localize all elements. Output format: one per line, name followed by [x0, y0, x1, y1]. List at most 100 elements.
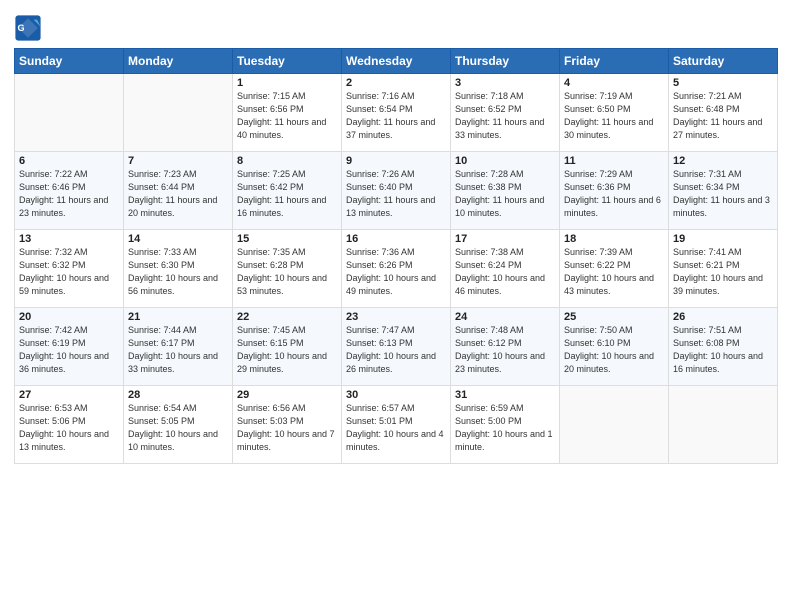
day-number: 12 — [673, 155, 773, 167]
day-detail: Sunrise: 7:28 AM Sunset: 6:38 PM Dayligh… — [455, 168, 555, 220]
calendar-day-cell — [15, 74, 124, 152]
calendar-day-cell: 4Sunrise: 7:19 AM Sunset: 6:50 PM Daylig… — [560, 74, 669, 152]
calendar-week-row: 13Sunrise: 7:32 AM Sunset: 6:32 PM Dayli… — [15, 230, 778, 308]
day-number: 19 — [673, 233, 773, 245]
day-detail: Sunrise: 7:42 AM Sunset: 6:19 PM Dayligh… — [19, 324, 119, 376]
day-number: 1 — [237, 77, 337, 89]
calendar-day-cell: 10Sunrise: 7:28 AM Sunset: 6:38 PM Dayli… — [451, 152, 560, 230]
calendar-week-row: 27Sunrise: 6:53 AM Sunset: 5:06 PM Dayli… — [15, 386, 778, 464]
calendar-day-cell: 5Sunrise: 7:21 AM Sunset: 6:48 PM Daylig… — [669, 74, 778, 152]
calendar-day-cell: 28Sunrise: 6:54 AM Sunset: 5:05 PM Dayli… — [124, 386, 233, 464]
page: G SundayMondayTuesdayWednesdayThursdayFr… — [0, 0, 792, 612]
day-detail: Sunrise: 7:26 AM Sunset: 6:40 PM Dayligh… — [346, 168, 446, 220]
svg-text:G: G — [18, 23, 25, 33]
day-number: 11 — [564, 155, 664, 167]
day-number: 9 — [346, 155, 446, 167]
day-number: 26 — [673, 311, 773, 323]
calendar-day-cell: 29Sunrise: 6:56 AM Sunset: 5:03 PM Dayli… — [233, 386, 342, 464]
calendar-day-cell: 11Sunrise: 7:29 AM Sunset: 6:36 PM Dayli… — [560, 152, 669, 230]
day-detail: Sunrise: 7:48 AM Sunset: 6:12 PM Dayligh… — [455, 324, 555, 376]
calendar-day-cell: 21Sunrise: 7:44 AM Sunset: 6:17 PM Dayli… — [124, 308, 233, 386]
day-detail: Sunrise: 7:16 AM Sunset: 6:54 PM Dayligh… — [346, 90, 446, 142]
calendar-day-cell — [560, 386, 669, 464]
day-number: 5 — [673, 77, 773, 89]
day-number: 3 — [455, 77, 555, 89]
day-detail: Sunrise: 6:53 AM Sunset: 5:06 PM Dayligh… — [19, 402, 119, 454]
logo-icon: G — [14, 14, 42, 42]
calendar-day-cell: 23Sunrise: 7:47 AM Sunset: 6:13 PM Dayli… — [342, 308, 451, 386]
day-detail: Sunrise: 7:51 AM Sunset: 6:08 PM Dayligh… — [673, 324, 773, 376]
day-number: 6 — [19, 155, 119, 167]
day-detail: Sunrise: 7:18 AM Sunset: 6:52 PM Dayligh… — [455, 90, 555, 142]
calendar-day-cell: 13Sunrise: 7:32 AM Sunset: 6:32 PM Dayli… — [15, 230, 124, 308]
calendar-day-cell: 15Sunrise: 7:35 AM Sunset: 6:28 PM Dayli… — [233, 230, 342, 308]
calendar-day-cell: 27Sunrise: 6:53 AM Sunset: 5:06 PM Dayli… — [15, 386, 124, 464]
day-detail: Sunrise: 7:25 AM Sunset: 6:42 PM Dayligh… — [237, 168, 337, 220]
calendar-day-cell — [669, 386, 778, 464]
day-number: 14 — [128, 233, 228, 245]
day-number: 10 — [455, 155, 555, 167]
calendar-day-cell: 26Sunrise: 7:51 AM Sunset: 6:08 PM Dayli… — [669, 308, 778, 386]
calendar-day-cell: 3Sunrise: 7:18 AM Sunset: 6:52 PM Daylig… — [451, 74, 560, 152]
day-detail: Sunrise: 7:36 AM Sunset: 6:26 PM Dayligh… — [346, 246, 446, 298]
calendar-header-row: SundayMondayTuesdayWednesdayThursdayFrid… — [15, 49, 778, 74]
day-detail: Sunrise: 7:44 AM Sunset: 6:17 PM Dayligh… — [128, 324, 228, 376]
weekday-header: Thursday — [451, 49, 560, 74]
calendar-day-cell: 2Sunrise: 7:16 AM Sunset: 6:54 PM Daylig… — [342, 74, 451, 152]
day-number: 2 — [346, 77, 446, 89]
weekday-header: Sunday — [15, 49, 124, 74]
calendar-week-row: 6Sunrise: 7:22 AM Sunset: 6:46 PM Daylig… — [15, 152, 778, 230]
day-number: 28 — [128, 389, 228, 401]
header: G — [14, 10, 778, 42]
day-detail: Sunrise: 6:57 AM Sunset: 5:01 PM Dayligh… — [346, 402, 446, 454]
calendar-day-cell — [124, 74, 233, 152]
day-detail: Sunrise: 7:29 AM Sunset: 6:36 PM Dayligh… — [564, 168, 664, 220]
calendar-day-cell: 9Sunrise: 7:26 AM Sunset: 6:40 PM Daylig… — [342, 152, 451, 230]
day-number: 22 — [237, 311, 337, 323]
day-number: 18 — [564, 233, 664, 245]
day-number: 7 — [128, 155, 228, 167]
day-detail: Sunrise: 6:56 AM Sunset: 5:03 PM Dayligh… — [237, 402, 337, 454]
weekday-header: Saturday — [669, 49, 778, 74]
weekday-header: Monday — [124, 49, 233, 74]
day-detail: Sunrise: 7:45 AM Sunset: 6:15 PM Dayligh… — [237, 324, 337, 376]
calendar-day-cell: 30Sunrise: 6:57 AM Sunset: 5:01 PM Dayli… — [342, 386, 451, 464]
day-detail: Sunrise: 6:54 AM Sunset: 5:05 PM Dayligh… — [128, 402, 228, 454]
day-detail: Sunrise: 7:15 AM Sunset: 6:56 PM Dayligh… — [237, 90, 337, 142]
day-number: 24 — [455, 311, 555, 323]
calendar-week-row: 20Sunrise: 7:42 AM Sunset: 6:19 PM Dayli… — [15, 308, 778, 386]
day-detail: Sunrise: 7:35 AM Sunset: 6:28 PM Dayligh… — [237, 246, 337, 298]
calendar-day-cell: 24Sunrise: 7:48 AM Sunset: 6:12 PM Dayli… — [451, 308, 560, 386]
day-detail: Sunrise: 7:38 AM Sunset: 6:24 PM Dayligh… — [455, 246, 555, 298]
day-number: 16 — [346, 233, 446, 245]
logo: G — [14, 14, 44, 42]
calendar-day-cell: 7Sunrise: 7:23 AM Sunset: 6:44 PM Daylig… — [124, 152, 233, 230]
day-detail: Sunrise: 7:39 AM Sunset: 6:22 PM Dayligh… — [564, 246, 664, 298]
day-detail: Sunrise: 7:19 AM Sunset: 6:50 PM Dayligh… — [564, 90, 664, 142]
day-detail: Sunrise: 7:31 AM Sunset: 6:34 PM Dayligh… — [673, 168, 773, 220]
calendar: SundayMondayTuesdayWednesdayThursdayFrid… — [14, 48, 778, 464]
day-number: 13 — [19, 233, 119, 245]
day-number: 27 — [19, 389, 119, 401]
day-number: 17 — [455, 233, 555, 245]
calendar-day-cell: 18Sunrise: 7:39 AM Sunset: 6:22 PM Dayli… — [560, 230, 669, 308]
calendar-day-cell: 20Sunrise: 7:42 AM Sunset: 6:19 PM Dayli… — [15, 308, 124, 386]
day-number: 20 — [19, 311, 119, 323]
calendar-day-cell: 22Sunrise: 7:45 AM Sunset: 6:15 PM Dayli… — [233, 308, 342, 386]
calendar-day-cell: 25Sunrise: 7:50 AM Sunset: 6:10 PM Dayli… — [560, 308, 669, 386]
day-detail: Sunrise: 7:50 AM Sunset: 6:10 PM Dayligh… — [564, 324, 664, 376]
calendar-day-cell: 14Sunrise: 7:33 AM Sunset: 6:30 PM Dayli… — [124, 230, 233, 308]
calendar-day-cell: 8Sunrise: 7:25 AM Sunset: 6:42 PM Daylig… — [233, 152, 342, 230]
weekday-header: Tuesday — [233, 49, 342, 74]
day-number: 15 — [237, 233, 337, 245]
calendar-day-cell: 19Sunrise: 7:41 AM Sunset: 6:21 PM Dayli… — [669, 230, 778, 308]
calendar-week-row: 1Sunrise: 7:15 AM Sunset: 6:56 PM Daylig… — [15, 74, 778, 152]
day-number: 30 — [346, 389, 446, 401]
calendar-day-cell: 16Sunrise: 7:36 AM Sunset: 6:26 PM Dayli… — [342, 230, 451, 308]
day-number: 31 — [455, 389, 555, 401]
day-detail: Sunrise: 6:59 AM Sunset: 5:00 PM Dayligh… — [455, 402, 555, 454]
calendar-day-cell: 12Sunrise: 7:31 AM Sunset: 6:34 PM Dayli… — [669, 152, 778, 230]
calendar-day-cell: 17Sunrise: 7:38 AM Sunset: 6:24 PM Dayli… — [451, 230, 560, 308]
day-detail: Sunrise: 7:22 AM Sunset: 6:46 PM Dayligh… — [19, 168, 119, 220]
day-detail: Sunrise: 7:33 AM Sunset: 6:30 PM Dayligh… — [128, 246, 228, 298]
